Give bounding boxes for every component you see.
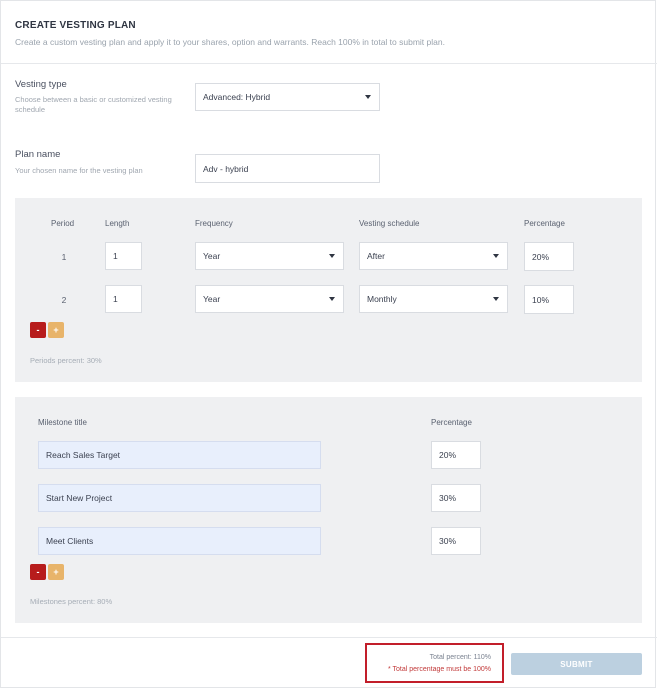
period-length-value: 1	[113, 251, 118, 261]
col-head-milestone-title: Milestone title	[38, 418, 87, 427]
col-head-length: Length	[105, 219, 130, 228]
col-head-percentage: Percentage	[524, 219, 565, 228]
period-percentage-value: 10%	[532, 294, 550, 305]
period-schedule-select[interactable]: After	[359, 242, 508, 270]
period-schedule-select[interactable]: Monthly	[359, 285, 508, 313]
plan-name-input[interactable]: Adv - hybrid	[195, 154, 380, 183]
period-percentage-value: 20%	[532, 251, 550, 262]
period-percentage-input[interactable]: 10%	[524, 285, 574, 314]
period-frequency-value: Year	[203, 294, 221, 304]
total-percent-text: Total percent: 110%	[429, 654, 491, 661]
add-milestone-button[interactable]: +	[48, 564, 64, 580]
period-schedule-value: Monthly	[367, 294, 397, 304]
milestone-title-value: Start New Project	[46, 493, 113, 503]
period-number: 1	[61, 252, 67, 262]
total-percent-box: Total percent: 110% * Total percentage m…	[365, 643, 504, 683]
milestone-percentage-value: 30%	[439, 493, 457, 503]
period-percentage-input[interactable]: 20%	[524, 242, 574, 271]
vesting-type-select[interactable]: Advanced: Hybrid	[195, 83, 380, 111]
milestone-title-value: Meet Clients	[46, 536, 94, 546]
milestone-title-value: Reach Sales Target	[46, 450, 121, 460]
page-header: CREATE VESTING PLAN Create a custom vest…	[15, 20, 445, 47]
milestone-percentage-value: 30%	[439, 536, 457, 546]
period-length-input[interactable]: 1	[105, 242, 142, 270]
period-schedule-value: After	[367, 251, 385, 261]
vesting-type-help: Choose between a basic or customized ves…	[15, 95, 172, 114]
col-head-frequency: Frequency	[195, 219, 233, 228]
add-period-button[interactable]: +	[48, 322, 64, 338]
remove-period-button[interactable]: -	[30, 322, 46, 338]
milestone-title-input[interactable]: Meet Clients	[38, 527, 321, 555]
submit-button[interactable]: SUBMIT	[511, 653, 642, 675]
chevron-down-icon	[365, 95, 371, 99]
col-head-vesting-schedule: Vesting schedule	[359, 219, 420, 228]
page-subtitle: Create a custom vesting plan and apply i…	[15, 37, 445, 47]
period-frequency-select[interactable]: Year	[195, 285, 344, 313]
page-title: CREATE VESTING PLAN	[15, 20, 136, 31]
period-number: 2	[61, 295, 67, 305]
period-length-value: 1	[113, 294, 118, 304]
chevron-down-icon	[493, 297, 499, 301]
footer-divider	[1, 637, 657, 638]
milestone-percentage-input[interactable]: 30%	[431, 527, 481, 555]
chevron-down-icon	[329, 297, 335, 301]
total-warning-text: * Total percentage must be 100%	[388, 666, 491, 673]
periods-percent-summary: Periods percent: 30%	[30, 356, 102, 365]
col-head-period: Period	[51, 219, 75, 228]
plan-name-value: Adv - hybrid	[203, 163, 249, 174]
period-frequency-value: Year	[203, 251, 221, 261]
plan-name-label: Plan name	[15, 149, 61, 160]
milestone-title-input[interactable]: Reach Sales Target	[38, 441, 321, 469]
chevron-down-icon	[493, 254, 499, 258]
plan-name-help: Your chosen name for the vesting plan	[15, 166, 143, 175]
vesting-type-value: Advanced: Hybrid	[203, 92, 271, 102]
milestone-percentage-input[interactable]: 20%	[431, 441, 481, 469]
remove-milestone-button[interactable]: -	[30, 564, 46, 580]
chevron-down-icon	[329, 254, 335, 258]
header-divider	[1, 63, 657, 64]
period-length-input[interactable]: 1	[105, 285, 142, 313]
milestones-percent-summary: Milestones percent: 80%	[30, 597, 113, 606]
vesting-type-label: Vesting type	[15, 79, 67, 90]
milestone-percentage-input[interactable]: 30%	[431, 484, 481, 512]
vesting-plan-card: CREATE VESTING PLAN Create a custom vest…	[0, 0, 657, 688]
period-frequency-select[interactable]: Year	[195, 242, 344, 270]
col-head-milestone-percentage: Percentage	[431, 418, 472, 427]
milestone-percentage-value: 20%	[439, 450, 457, 460]
milestone-title-input[interactable]: Start New Project	[38, 484, 321, 512]
